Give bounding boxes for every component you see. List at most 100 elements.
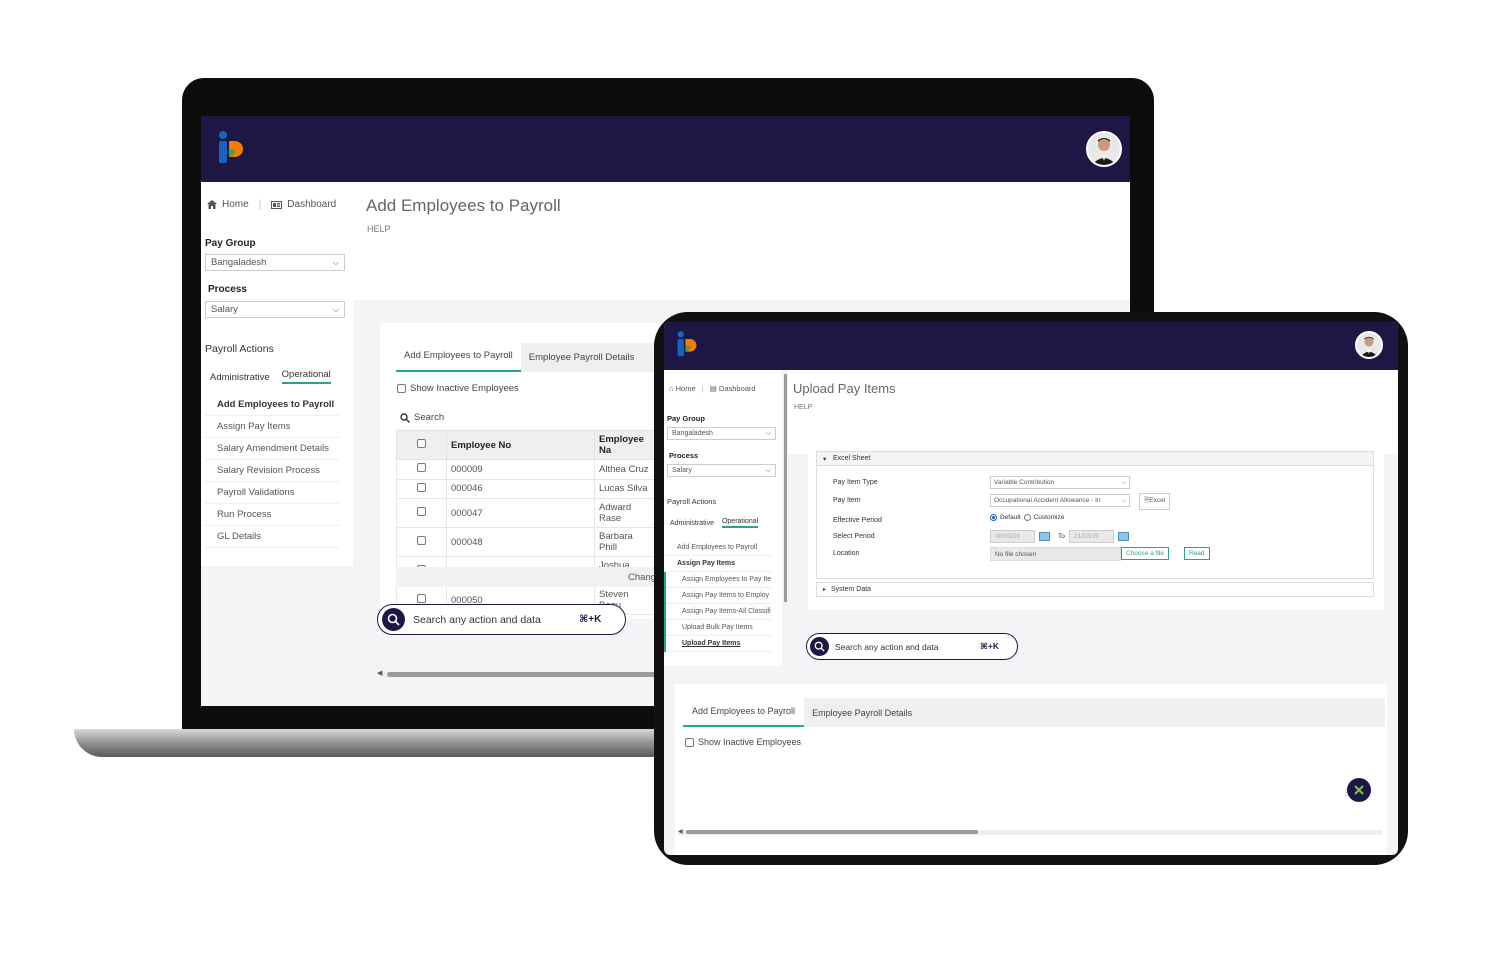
row-select-cell[interactable]: [396, 527, 447, 558]
calendar-icon[interactable]: [1039, 532, 1050, 541]
choose-file-button[interactable]: Choose a file: [1121, 547, 1169, 560]
breadcrumb-home[interactable]: ⌂ Home: [669, 384, 696, 393]
help-link[interactable]: HELP: [367, 224, 391, 234]
scroll-left-arrow-icon[interactable]: ◀: [678, 828, 683, 835]
search-label: Search: [414, 412, 445, 423]
date-to-input[interactable]: 21/03/20: [1068, 530, 1114, 543]
user-avatar[interactable]: [1086, 131, 1122, 167]
effective-period-radios: Default Customize: [990, 514, 1064, 521]
tab-administrative[interactable]: Administrative: [210, 372, 270, 384]
table-row[interactable]: 000009 Althea Cruz: [396, 459, 655, 480]
sidebar-item-add-employees[interactable]: Add Employees to Payroll: [205, 394, 339, 416]
breadcrumb-home[interactable]: Home: [207, 199, 249, 210]
radio-default[interactable]: [990, 514, 997, 521]
row-checkbox[interactable]: [417, 594, 426, 604]
pay-group-select[interactable]: Bangaladesh ⌵: [205, 254, 345, 271]
excel-button-label: Excel: [1149, 497, 1166, 504]
home-icon: ⌂: [669, 384, 674, 393]
help-link[interactable]: HELP: [794, 404, 812, 411]
sidebar-submenu: Assign Employees to Pay Ite Assign Pay I…: [664, 572, 772, 652]
sidebar-scrollbar[interactable]: [784, 374, 787, 602]
table-row[interactable]: 000046 Lucas Silva: [396, 478, 655, 500]
system-data-section[interactable]: ▸ System Data: [816, 582, 1374, 597]
excel-sheet-header[interactable]: ▾ Excel Sheet: [817, 452, 1373, 466]
pay-group-select[interactable]: Bangaladesh ⌵: [667, 427, 776, 440]
process-select[interactable]: Salary ⌵: [205, 301, 345, 318]
sidebar-item-assign-pay-items[interactable]: Assign Pay Items: [205, 416, 339, 438]
horizontal-scrollbar-thumb[interactable]: [686, 830, 978, 834]
row-checkbox[interactable]: [417, 507, 426, 517]
user-avatar-icon: [1357, 333, 1381, 357]
radio-customize[interactable]: [1023, 514, 1031, 521]
tab-add-employees[interactable]: Add Employees to Payroll: [396, 343, 521, 372]
sidebar-item-assign-all-classifi[interactable]: Assign Pay Items-All Classifi: [666, 604, 772, 620]
dashboard-icon: ▤: [709, 384, 717, 393]
select-all-cell[interactable]: [396, 430, 447, 460]
search-field[interactable]: Search: [400, 412, 444, 423]
breadcrumb-dashboard[interactable]: ▤ Dashboard: [710, 384, 756, 393]
chevron-down-icon: ⌵: [1121, 479, 1126, 486]
page-title: Add Employees to Payroll: [366, 196, 561, 215]
tab-employee-payroll-details[interactable]: Employee Payroll Details: [521, 345, 643, 372]
sidebar-item-add-employees[interactable]: Add Employees to Payroll: [664, 540, 772, 556]
checkbox[interactable]: [685, 737, 694, 747]
read-button[interactable]: Read: [1184, 547, 1210, 560]
sidebar-item-payroll-validations[interactable]: Payroll Validations: [205, 482, 339, 504]
row-checkbox[interactable]: [417, 463, 426, 473]
pay-group-label: Pay Group: [667, 414, 705, 423]
app-header: [664, 322, 1398, 370]
pay-item-type-label: Pay Item Type: [833, 479, 878, 486]
sidebar-item-gl-details[interactable]: GL Details: [205, 526, 339, 548]
table-row[interactable]: 000048 Barbara Phill: [396, 527, 655, 558]
global-search[interactable]: Search any action and data ⌘+K: [377, 604, 626, 635]
tab-employee-payroll-details[interactable]: Employee Payroll Details: [804, 698, 920, 727]
chevron-down-icon: ⌵: [1121, 497, 1126, 504]
process-select[interactable]: Salary ⌵: [667, 464, 776, 477]
sidebar-item-upload-pay-items[interactable]: Upload Pay Items: [666, 636, 772, 652]
row-select-cell[interactable]: [396, 459, 447, 480]
column-employee-name[interactable]: Employee Na: [594, 430, 655, 460]
pay-item-select[interactable]: Occupational Accident Allowance - In ⌵: [990, 494, 1130, 507]
sidebar-item-assign-pay-items[interactable]: Assign Pay Items: [664, 556, 772, 572]
sidebar-item-upload-bulk[interactable]: Upload Bulk Pay Items: [666, 620, 772, 636]
checkbox[interactable]: [397, 384, 406, 393]
pay-item-type-select[interactable]: Variable Contribution ⌵: [990, 476, 1130, 489]
row-checkbox[interactable]: [417, 482, 426, 492]
sidebar-item-salary-amendment[interactable]: Salary Amendment Details: [205, 438, 339, 460]
user-avatar[interactable]: [1355, 331, 1383, 359]
global-search[interactable]: Search any action and data ⌘+K: [806, 633, 1018, 660]
calendar-icon[interactable]: [1117, 532, 1129, 541]
close-fab[interactable]: [1347, 778, 1371, 802]
show-inactive-checkbox[interactable]: Show Inactive Employees: [397, 383, 519, 394]
row-select-cell[interactable]: [396, 478, 447, 500]
tab-operational[interactable]: Operational: [721, 518, 759, 528]
tab-administrative[interactable]: Administrative: [670, 520, 714, 528]
excel-button[interactable]: 🗎Excel: [1139, 493, 1171, 510]
radio-customize-label: Customize: [1033, 514, 1065, 521]
pay-item-type-value: Variable Contribution: [994, 479, 1055, 486]
employee-name-cell: Adward Rase: [594, 498, 655, 529]
sidebar-item-run-process[interactable]: Run Process: [205, 504, 339, 526]
app-logo-icon[interactable]: [217, 130, 245, 166]
close-icon: [1354, 785, 1364, 795]
sidebar-item-salary-revision[interactable]: Salary Revision Process: [205, 460, 339, 482]
table-row[interactable]: 000047 Adward Rase: [396, 498, 655, 529]
tab-operational[interactable]: Operational: [281, 369, 331, 384]
row-checkbox[interactable]: [417, 536, 426, 546]
breadcrumb-home-label: Home: [675, 384, 696, 393]
scroll-left-arrow-icon[interactable]: ◀: [377, 669, 382, 677]
breadcrumb-dashboard[interactable]: Dashboard: [271, 199, 336, 210]
date-from-input[interactable]: 08/03/20: [990, 530, 1035, 543]
sidebar-item-assign-employees[interactable]: Assign Employees to Pay Ite: [666, 572, 772, 588]
sidebar-item-assign-pay-items-to-employ[interactable]: Assign Pay Items to Employ: [666, 588, 772, 604]
table-footer-text[interactable]: Chang: [628, 572, 656, 583]
horizontal-scrollbar[interactable]: ◀: [678, 828, 1382, 835]
file-input[interactable]: No file chosen: [990, 547, 1121, 561]
app-logo-icon[interactable]: [676, 330, 698, 359]
select-all-checkbox[interactable]: [417, 439, 426, 448]
row-select-cell[interactable]: [396, 498, 447, 529]
tab-add-employees[interactable]: Add Employees to Payroll: [683, 698, 805, 727]
employee-no-cell: 000048: [446, 527, 595, 558]
show-inactive-checkbox[interactable]: Show Inactive Employees: [685, 737, 801, 747]
column-employee-no[interactable]: Employee No: [446, 430, 595, 460]
